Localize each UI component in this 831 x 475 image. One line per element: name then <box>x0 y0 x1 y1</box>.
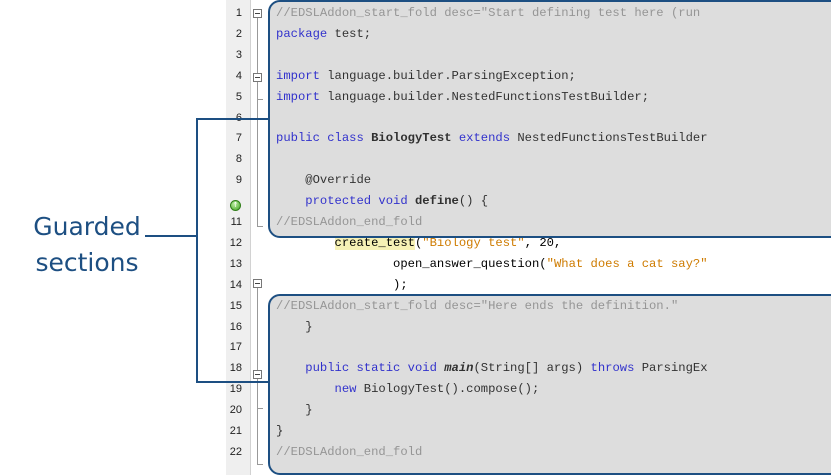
code-token: ); <box>276 277 408 292</box>
callout-connector <box>145 235 197 237</box>
callout-label-sections: sections <box>35 248 139 277</box>
line-number: 20 <box>229 404 242 417</box>
line-number: 21 <box>229 425 242 437</box>
line-number: 7 <box>235 132 242 145</box>
line-number: 1 <box>235 7 242 19</box>
line-number: 17 <box>229 341 242 354</box>
line-number: 9 <box>235 174 242 187</box>
line-number: 4 <box>235 69 242 82</box>
fold-end-marker <box>257 226 263 227</box>
line-number: 2 <box>235 27 242 40</box>
line-number: 15 <box>229 299 242 312</box>
line-number: 12 <box>229 236 242 249</box>
line-number: 11 <box>230 216 242 228</box>
fold-end-marker <box>257 464 263 465</box>
guarded-section-bottom <box>268 294 831 475</box>
code-token: "What does a cat say?" <box>546 256 708 271</box>
callout-bracket-vertical <box>196 118 198 383</box>
line-number: 22 <box>229 445 242 458</box>
line-number: 18 <box>229 362 242 375</box>
guarded-section-top <box>268 0 831 238</box>
line-number: 13 <box>229 257 242 270</box>
code-line[interactable]: 13 open_answer_question("What does a cat… <box>226 255 831 273</box>
fold-guide-line <box>257 379 258 408</box>
fold-end-marker <box>257 99 263 100</box>
fold-toggle-icon[interactable] <box>253 73 262 82</box>
fold-guide-line <box>257 18 258 226</box>
fold-toggle-icon[interactable] <box>253 9 262 18</box>
fold-guide-line <box>257 82 258 99</box>
callout-label-guarded: Guarded <box>33 212 141 241</box>
line-number: 14 <box>229 278 242 291</box>
callout-bracket-top <box>196 118 270 120</box>
callout-bracket-bottom <box>196 381 270 383</box>
fold-toggle-icon[interactable] <box>253 370 262 379</box>
code-editor[interactable]: 1//EDSLAddon_start_fold desc="Start defi… <box>226 0 831 475</box>
line-number: 8 <box>235 153 242 166</box>
code-token: open_answer_question( <box>393 256 547 271</box>
code-text: ); <box>276 276 408 294</box>
code-line[interactable]: 14 ); <box>226 276 831 294</box>
fold-end-marker <box>257 408 263 409</box>
override-icon[interactable]: ↑ <box>230 200 241 211</box>
line-number: 3 <box>235 48 242 61</box>
line-number: 5 <box>235 90 242 103</box>
code-text: open_answer_question("What does a cat sa… <box>276 255 708 273</box>
line-number: 16 <box>229 320 242 333</box>
fold-toggle-icon[interactable] <box>253 279 262 288</box>
